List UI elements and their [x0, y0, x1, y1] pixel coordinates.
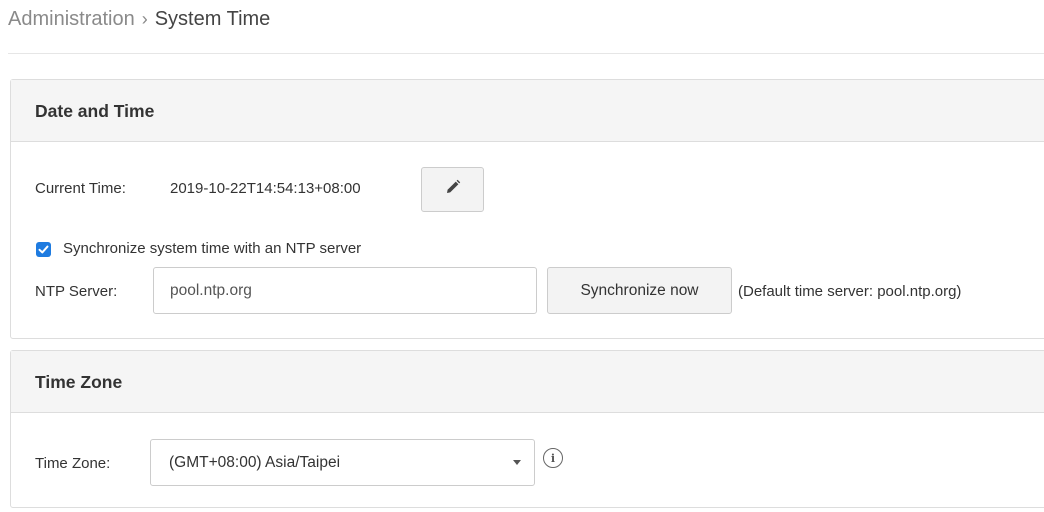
breadcrumb: Administration › System Time: [8, 6, 270, 32]
divider: [8, 53, 1044, 54]
ntp-server-input[interactable]: pool.ntp.org: [153, 267, 537, 314]
time-zone-label: Time Zone:: [35, 455, 111, 472]
page-title: System Time: [154, 8, 271, 30]
edit-time-button[interactable]: [421, 167, 484, 212]
breadcrumb-parent[interactable]: Administration: [8, 8, 135, 30]
current-time-value: 2019-10-22T14:54:13+08:00: [170, 180, 361, 197]
time-zone-selected: (GMT+08:00) Asia/Taipei: [169, 454, 341, 471]
panel-heading: Date and Time: [11, 80, 1044, 142]
breadcrumb-separator: ›: [141, 9, 148, 29]
default-server-note: (Default time server: pool.ntp.org): [738, 283, 962, 300]
ntp-sync-label[interactable]: Synchronize system time with an NTP serv…: [63, 240, 361, 257]
info-icon[interactable]: i: [543, 448, 563, 468]
pencil-icon: [444, 178, 462, 201]
panel-heading: Time Zone: [11, 351, 1044, 413]
chevron-down-icon: [513, 460, 521, 465]
ntp-sync-checkbox[interactable]: [36, 242, 51, 257]
ntp-server-label: NTP Server:: [35, 283, 118, 300]
checkmark-icon: [38, 245, 49, 254]
synchronize-now-button[interactable]: Synchronize now: [547, 267, 732, 314]
current-time-label: Current Time:: [35, 180, 126, 197]
time-zone-select[interactable]: (GMT+08:00) Asia/Taipei: [150, 439, 535, 486]
